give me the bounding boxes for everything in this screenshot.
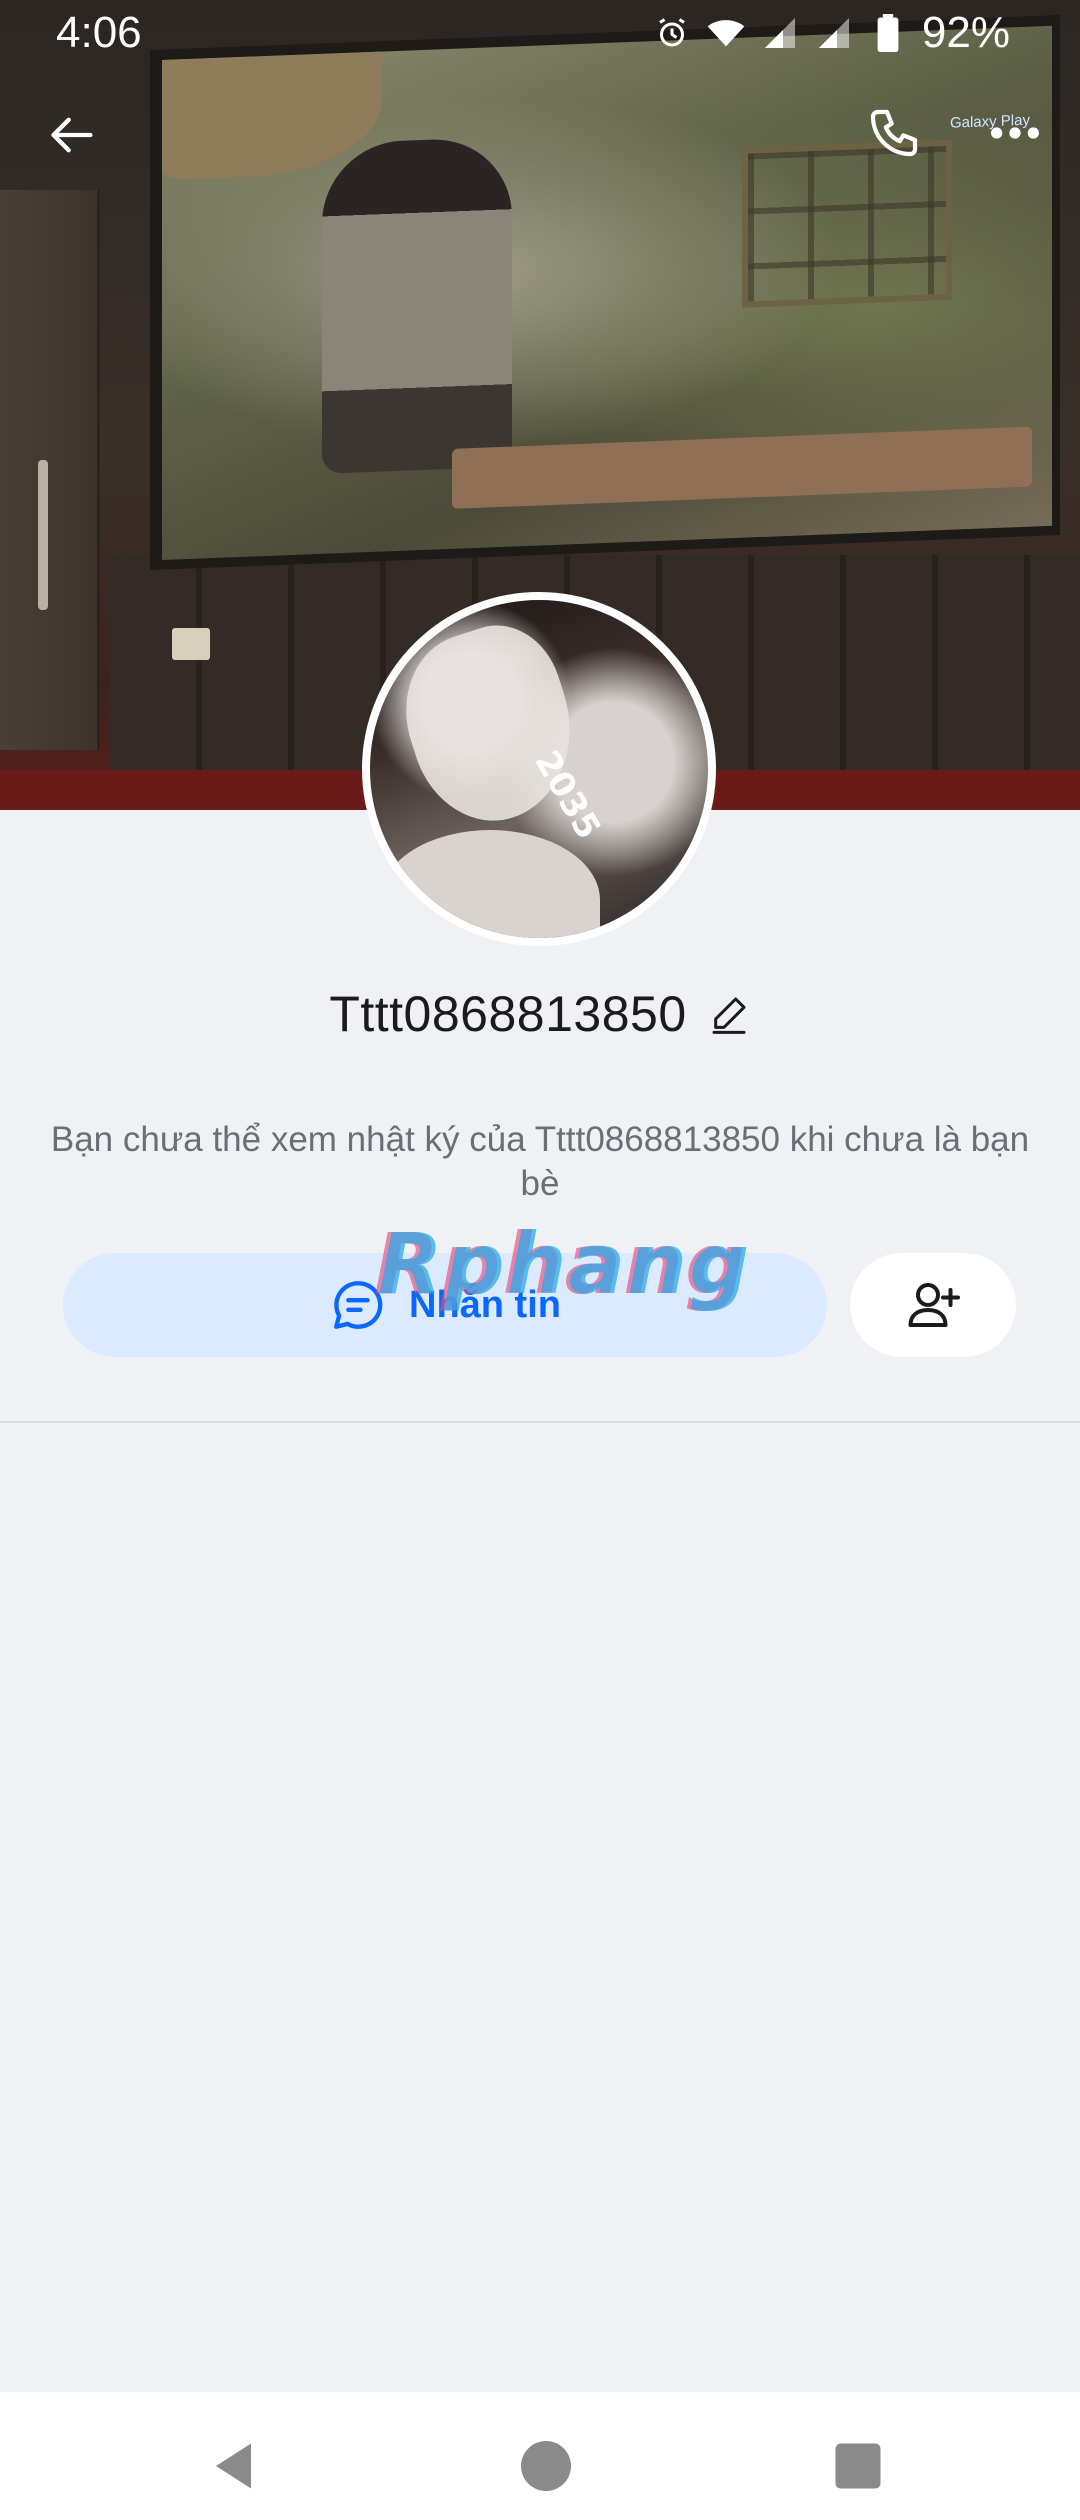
app-bar	[0, 80, 1080, 180]
cover-wall-detail	[0, 190, 100, 750]
info-text: Bạn chưa thể xem nhật ký của Tttt0868813…	[50, 1120, 1030, 1203]
edit-name-button[interactable]	[707, 992, 751, 1036]
message-label: Nhắn tin	[409, 1283, 561, 1326]
cover-outlet	[172, 628, 210, 660]
nav-recents-icon	[835, 2443, 881, 2489]
signal-icon	[760, 13, 800, 53]
add-friend-icon	[908, 1283, 960, 1327]
wifi-icon	[706, 13, 746, 53]
nav-home-button[interactable]	[516, 2436, 576, 2496]
call-button[interactable]	[855, 94, 933, 172]
cover-person	[322, 136, 512, 474]
cover-door-handle	[38, 460, 48, 610]
phone-icon	[870, 109, 918, 157]
avatar-shirt-detail	[380, 830, 600, 938]
cover-table	[452, 426, 1032, 509]
chat-bubble-icon	[334, 1281, 383, 1329]
divider	[0, 1421, 1080, 1423]
more-button[interactable]	[976, 94, 1054, 172]
nav-back-icon	[216, 2443, 251, 2489]
profile-name-row: Tttt0868813850	[0, 985, 1080, 1043]
status-bar: 4:06 92%	[0, 0, 1080, 66]
nav-home-icon	[521, 2441, 571, 2491]
add-friend-button[interactable]	[850, 1253, 1016, 1357]
profile-name: Tttt0868813850	[329, 986, 687, 1042]
status-icons: 92%	[652, 8, 1010, 58]
message-button[interactable]: Nhắn tin	[63, 1253, 827, 1357]
battery-icon	[868, 13, 908, 53]
nav-back-button[interactable]	[206, 2436, 266, 2496]
battery-percent: 92%	[921, 8, 1010, 57]
status-time: 4:06	[56, 8, 142, 57]
signal-icon	[814, 13, 854, 53]
pencil-icon	[712, 997, 746, 1034]
more-dots-icon	[991, 127, 1039, 139]
back-button[interactable]	[36, 98, 110, 172]
nav-recents-button[interactable]	[828, 2436, 888, 2496]
back-arrow-icon	[51, 117, 93, 153]
alarm-icon	[652, 13, 692, 53]
avatar[interactable]: 2035	[362, 592, 716, 946]
system-nav-bar	[0, 2392, 1080, 2520]
